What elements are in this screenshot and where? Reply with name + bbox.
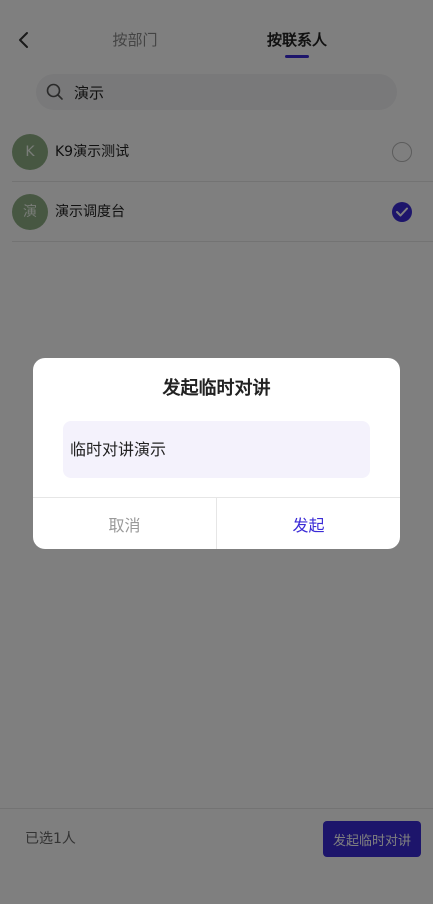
intercom-name-value[interactable]: 临时对讲演示 <box>70 439 166 461</box>
start-intercom-dialog: 发起临时对讲 临时对讲演示 取消 发起 <box>33 358 400 549</box>
dialog-title: 发起临时对讲 <box>162 378 271 399</box>
intercom-name-field[interactable]: 临时对讲演示 <box>63 421 370 478</box>
confirm-button[interactable]: 发起 <box>217 498 400 549</box>
cancel-button[interactable]: 取消 <box>33 498 216 549</box>
dialog-actions: 取消 发起 <box>33 497 400 549</box>
